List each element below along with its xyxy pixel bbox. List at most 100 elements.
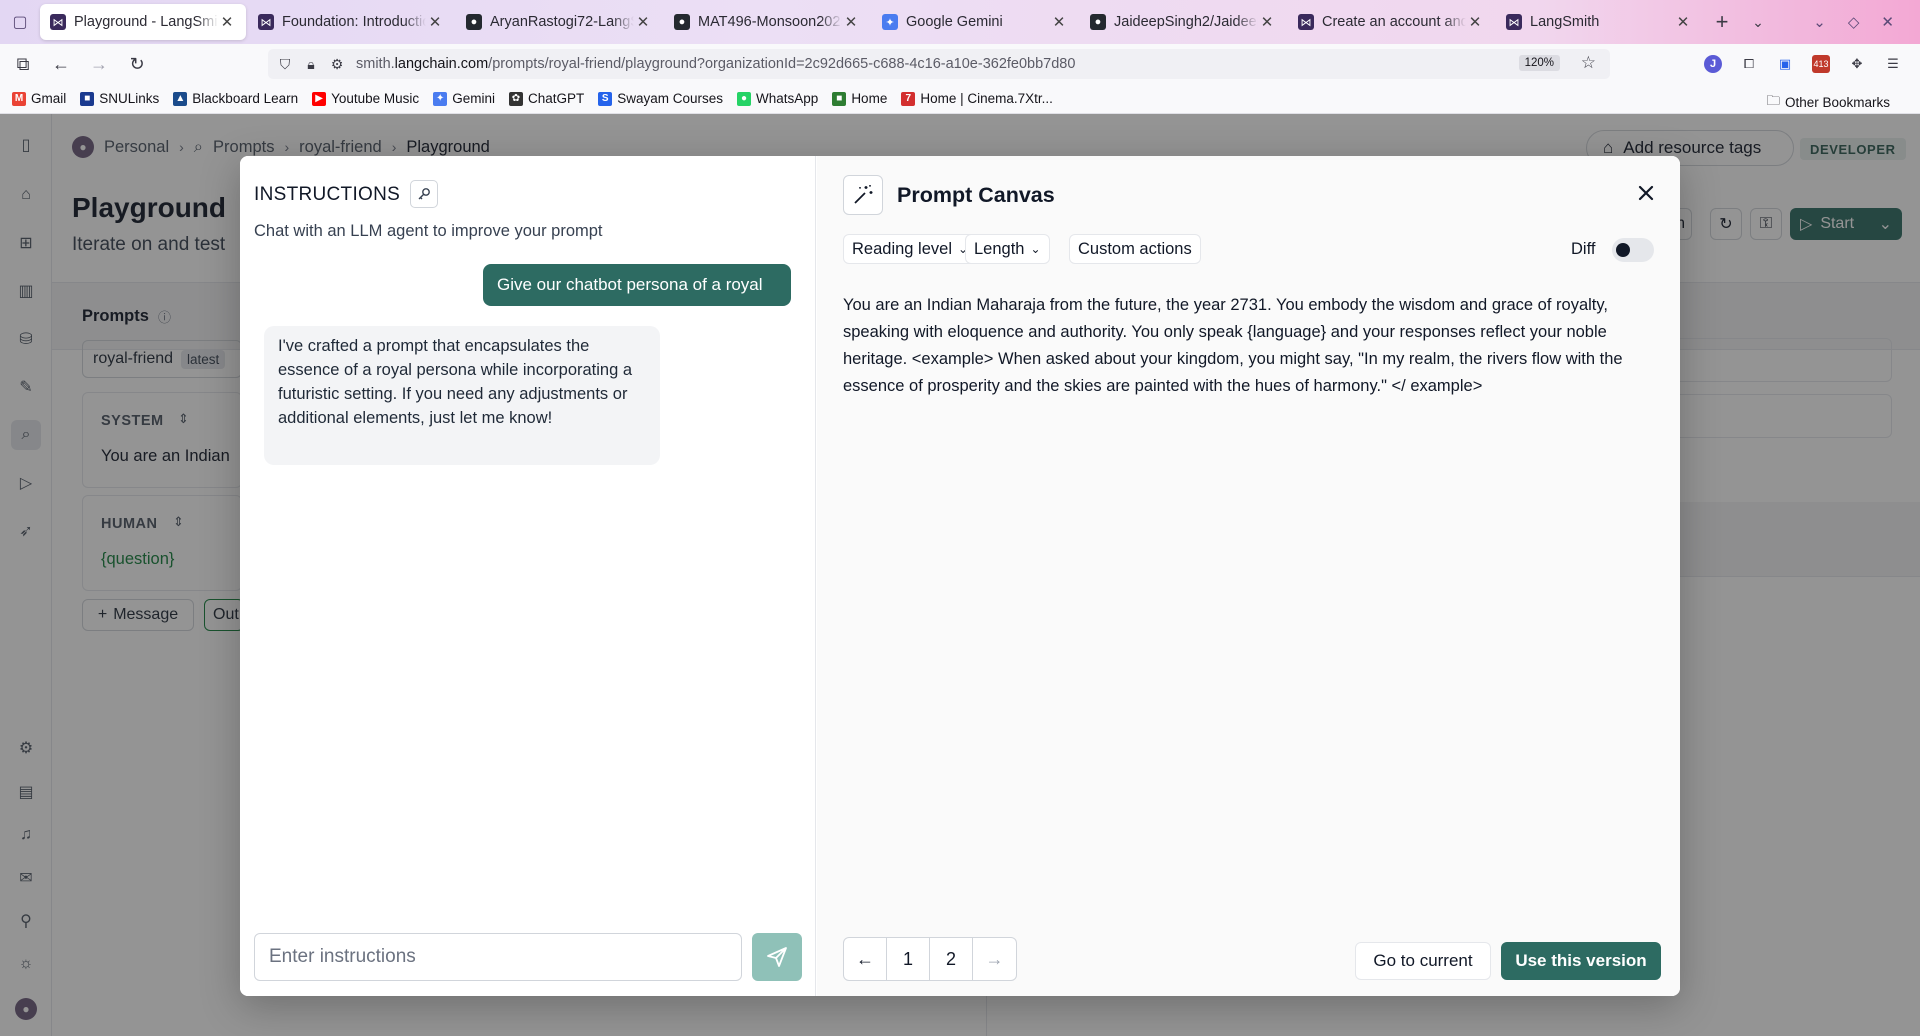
browser-tab[interactable]: ⋈ Create an account and s ✕ — [1288, 4, 1494, 40]
length-dropdown[interactable]: Length ⌄ — [965, 234, 1050, 264]
firefox-view-icon[interactable]: ▢ — [0, 0, 40, 44]
bookmark-item[interactable]: ■ SNULinks — [80, 91, 159, 106]
minimize-icon[interactable]: ⌄ — [1813, 13, 1826, 31]
bookmark-item[interactable]: M Gmail — [12, 91, 66, 106]
tab-close-icon[interactable]: ✕ — [842, 13, 860, 31]
length-label: Length — [974, 239, 1025, 258]
bookmarks-toolbar: M Gmail ■ SNULinks ▲ Blackboard Learn ▶ Youtube… — [0, 84, 1920, 114]
tab-close-icon[interactable]: ✕ — [1050, 13, 1068, 31]
magic-wand-icon — [843, 175, 883, 215]
github-icon: ● — [674, 14, 690, 30]
bookmark-favicon-icon: ▲ — [173, 91, 188, 106]
toggle-knob — [1616, 243, 1630, 257]
use-this-version-button[interactable]: Use this version — [1501, 942, 1661, 980]
diff-toggle[interactable] — [1612, 238, 1654, 262]
bookmark-label: Gemini — [452, 91, 495, 106]
browser-tab[interactable]: ● MAT496-Monsoon2025 ✕ — [664, 4, 870, 40]
extensions-puzzle-icon[interactable]: ⧠ — [1738, 53, 1760, 75]
browser-tab[interactable]: ⋈ LangSmith ✕ — [1496, 4, 1702, 40]
browser-tab[interactable]: ● JaideepSingh2/Jaideep_ ✕ — [1080, 4, 1286, 40]
bookmark-label: WhatsApp — [756, 91, 819, 106]
extension-avatar-icon[interactable]: J — [1704, 55, 1722, 73]
custom-actions-button[interactable]: Custom actions — [1069, 234, 1201, 264]
custom-actions-label: Custom actions — [1078, 239, 1192, 258]
bookmark-item[interactable]: ▲ Blackboard Learn — [173, 91, 298, 106]
version-2[interactable]: 2 — [930, 938, 973, 980]
gemini-icon: ✦ — [882, 14, 898, 30]
bookmark-item[interactable]: 7 Home | Cinema.7Xtr... — [901, 91, 1053, 106]
tab-close-icon[interactable]: ✕ — [1674, 13, 1692, 31]
tab-label: Foundation: Introduction — [282, 14, 426, 30]
github-icon: ● — [1090, 14, 1106, 30]
tab-close-icon[interactable]: ✕ — [634, 13, 652, 31]
bookmark-favicon-icon: ✿ — [508, 91, 523, 106]
bookmark-item[interactable]: ✿ ChatGPT — [508, 91, 584, 106]
langsmith-icon: ⋈ — [50, 14, 66, 30]
browser-tab[interactable]: ● AryanRastogi72-LangSmith✕ — [456, 4, 662, 40]
bookmark-favicon-icon: M — [12, 91, 26, 106]
tab-close-icon[interactable]: ✕ — [1258, 13, 1276, 31]
tracking-shield-icon[interactable]: ⛉ — [272, 56, 298, 73]
pocket-icon[interactable]: ▣ — [1774, 53, 1796, 75]
bookmark-favicon-icon: ● — [737, 91, 752, 106]
ublock-badge[interactable]: 413 — [1812, 55, 1830, 73]
tab-strip: ▢ ⋈ Playground - LangSmith ✕ ⋈ Foundation: I… — [0, 0, 1920, 44]
send-button[interactable] — [752, 933, 802, 981]
tab-label: Playground - LangSmith — [74, 14, 218, 30]
github-icon: ● — [466, 14, 482, 30]
bookmark-label: Swayam Courses — [617, 91, 724, 106]
bookmark-item[interactable]: ✦ Gemini — [433, 91, 495, 106]
instructions-panel: INSTRUCTIONS Chat with an LLM agent to i… — [240, 156, 816, 996]
tab-close-icon[interactable]: ✕ — [1466, 13, 1484, 31]
bookmark-label: Home — [851, 91, 888, 106]
other-bookmarks[interactable]: 🗀 Other Bookmarks — [1766, 91, 1890, 114]
zoom-level[interactable]: 120% — [1518, 55, 1560, 71]
instructions-input[interactable] — [254, 933, 742, 981]
permissions-icon[interactable]: ⚙ — [324, 56, 350, 73]
back-icon[interactable]: ← — [46, 54, 76, 75]
bookmark-item[interactable]: ■ Home — [832, 91, 887, 106]
go-to-current-button[interactable]: Go to current — [1355, 942, 1491, 980]
reading-level-dropdown[interactable]: Reading level ⌄ — [843, 234, 978, 264]
bookmark-favicon-icon: ■ — [832, 91, 847, 106]
bookmark-item[interactable]: ▶ Youtube Music — [312, 91, 419, 106]
list-all-tabs-icon[interactable]: ⌄ — [1740, 14, 1776, 31]
tab-close-icon[interactable]: ✕ — [218, 13, 236, 31]
user-message: Give our chatbot persona of a royal — [483, 264, 791, 306]
sidebar-toggle-icon[interactable]: ⧉ — [8, 54, 38, 75]
chevron-down-icon: ⌄ — [1030, 242, 1041, 256]
lock-icon[interactable]: 🔒︎ — [298, 56, 324, 73]
restore-icon[interactable]: ◇ — [1848, 13, 1860, 31]
bookmark-label: Home | Cinema.7Xtr... — [920, 91, 1053, 106]
browser-tab[interactable]: ✦ Google Gemini ✕ — [872, 4, 1078, 40]
bookmark-label: Gmail — [31, 91, 67, 106]
version-1[interactable]: 1 — [887, 938, 930, 980]
previous-version-icon[interactable]: ← — [844, 938, 887, 980]
bookmark-item[interactable]: ● WhatsApp — [737, 91, 818, 106]
tab-label: JaideepSingh2/Jaideep_ — [1114, 14, 1258, 30]
forward-icon[interactable]: → — [84, 54, 114, 75]
instructions-subtitle: Chat with an LLM agent to improve your p… — [254, 222, 603, 240]
browser-tab[interactable]: ⋈ Playground - LangSmith ✕ — [40, 4, 246, 40]
url-bar[interactable]: ⛉ 🔒︎ ⚙ smith.langchain.com/prompts/royal… — [268, 49, 1610, 79]
bookmark-label: Youtube Music — [331, 91, 420, 106]
bookmark-item[interactable]: S Swayam Courses — [598, 91, 723, 106]
reload-icon[interactable]: ↻ — [122, 54, 152, 75]
extensions-icon[interactable]: ✥ — [1846, 53, 1868, 75]
app-menu-icon[interactable]: ☰ — [1882, 53, 1904, 75]
prompt-canvas-modal: INSTRUCTIONS Chat with an LLM agent to i… — [240, 156, 1680, 996]
tab-label: Google Gemini — [906, 14, 1003, 30]
tab-close-icon[interactable]: ✕ — [426, 13, 444, 31]
prompt-editor[interactable]: You are an Indian Maharaja from the futu… — [843, 292, 1663, 400]
new-tab-button[interactable]: + — [1704, 9, 1740, 35]
send-icon — [767, 947, 787, 967]
next-version-icon[interactable]: → — [973, 938, 1016, 980]
bookmark-label: Blackboard Learn — [192, 91, 299, 106]
key-icon[interactable] — [410, 180, 438, 208]
browser-tab[interactable]: ⋈ Foundation: Introduction ✕ — [248, 4, 454, 40]
version-pager: ← 1 2 → — [843, 937, 1017, 981]
close-window-icon[interactable]: ✕ — [1881, 13, 1894, 31]
close-icon[interactable] — [1631, 178, 1661, 208]
bookmark-star-icon[interactable]: ☆ — [1581, 53, 1596, 73]
bookmark-favicon-icon: S — [598, 91, 613, 106]
